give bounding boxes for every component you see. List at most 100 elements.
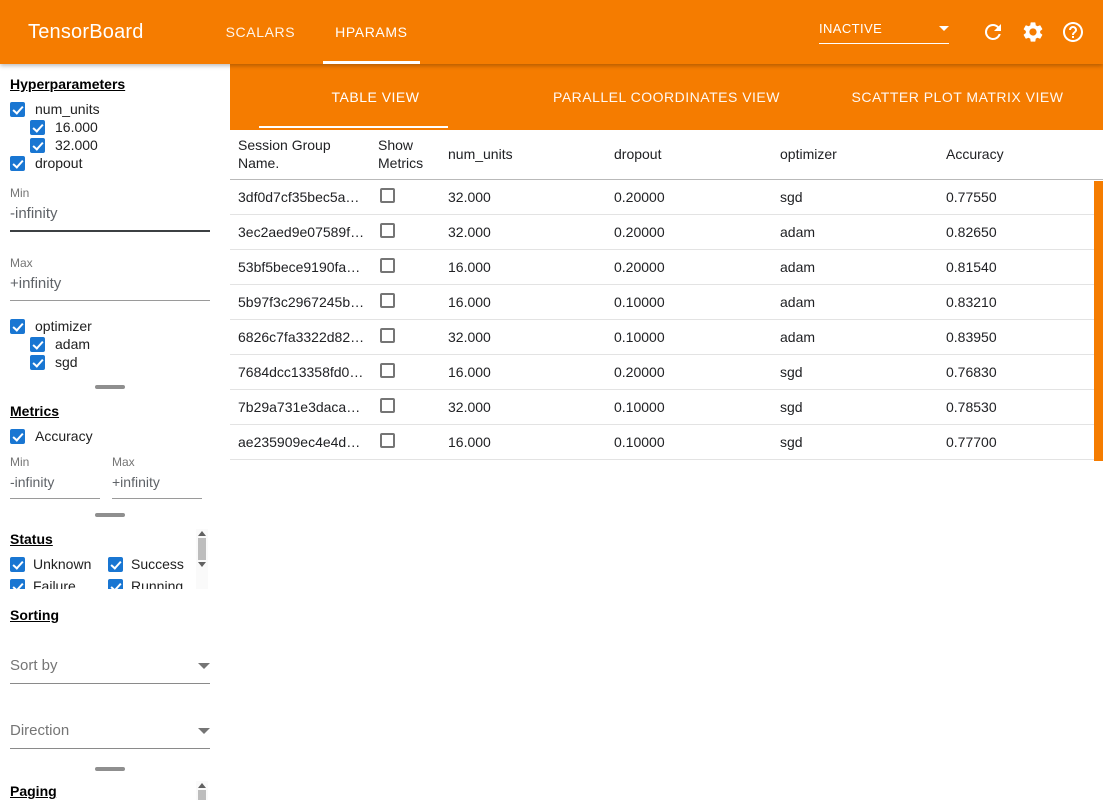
status-success-checkbox[interactable]	[108, 557, 123, 572]
accuracy-label: Accuracy	[35, 428, 93, 444]
table-header: Session Group Name. Show Metrics num_uni…	[230, 130, 1103, 180]
session-group-name-cell: 7684dcc13358fd0…	[230, 364, 370, 380]
col-optimizer[interactable]: optimizer	[772, 142, 938, 168]
tab-parallel-coordinates-view[interactable]: PARALLEL COORDINATES VIEW	[521, 64, 812, 130]
optimizer-sgd-checkbox[interactable]	[30, 355, 45, 370]
optimizer-cell: adam	[772, 294, 938, 310]
table-row[interactable]: 3ec2aed9e07589f… 32.000 0.20000 adam 0.8…	[230, 215, 1103, 250]
col-accuracy[interactable]: Accuracy	[938, 142, 1103, 168]
dropout-checkbox[interactable]	[10, 156, 25, 171]
table-row[interactable]: 6826c7fa3322d82… 32.000 0.10000 adam 0.8…	[230, 320, 1103, 355]
sorting-heading: Sorting	[10, 607, 210, 623]
status-unknown-checkbox[interactable]	[10, 557, 25, 572]
table-scrollbar[interactable]	[1094, 181, 1103, 461]
show-metrics-checkbox[interactable]	[380, 293, 395, 308]
top-app-bar: TensorBoard SCALARS HPARAMS INACTIVE	[0, 0, 1103, 64]
status-running-checkbox[interactable]	[108, 579, 123, 590]
show-metrics-checkbox[interactable]	[380, 328, 395, 343]
show-metrics-checkbox[interactable]	[380, 398, 395, 413]
tab-hparams[interactable]: HPARAMS	[315, 0, 427, 64]
dropout-min-field: Min -infinity	[10, 186, 210, 232]
num-units-cell: 16.000	[440, 294, 606, 310]
num-units-cell: 32.000	[440, 189, 606, 205]
session-group-name-cell: 6826c7fa3322d82…	[230, 329, 370, 345]
sort-by-value: Sort by	[10, 657, 58, 674]
scrollbar-thumb[interactable]	[198, 538, 206, 560]
help-icon[interactable]	[1061, 20, 1085, 44]
show-metrics-checkbox[interactable]	[380, 258, 395, 273]
optimizer-cell: sgd	[772, 399, 938, 415]
metric-max-field: Max +infinity	[112, 455, 202, 499]
tab-scatter-plot-matrix-view[interactable]: SCATTER PLOT MATRIX VIEW	[812, 64, 1103, 130]
col-session-group-name[interactable]: Session Group Name.	[230, 133, 370, 176]
direction-select[interactable]: Direction	[10, 722, 210, 749]
reload-icon[interactable]	[981, 20, 1005, 44]
gear-icon[interactable]	[1021, 20, 1045, 44]
hparam-optimizer: optimizer	[10, 317, 210, 335]
status-failure-checkbox[interactable]	[10, 579, 25, 590]
show-metrics-checkbox[interactable]	[380, 223, 395, 238]
table-row[interactable]: 53bf5bece9190fa… 16.000 0.20000 adam 0.8…	[230, 250, 1103, 285]
optimizer-cell: adam	[772, 224, 938, 240]
status-failure-label: Failure	[33, 578, 76, 589]
num-units-label: num_units	[35, 101, 100, 117]
accuracy-cell: 0.83210	[938, 294, 1103, 310]
status-success-label: Success	[131, 556, 184, 572]
scroll-down-icon[interactable]	[198, 562, 206, 567]
show-metrics-checkbox[interactable]	[380, 363, 395, 378]
dropout-min-input[interactable]: -infinity	[10, 200, 210, 232]
app-title: TensorBoard	[28, 21, 144, 44]
table-row[interactable]: ae235909ec4e4d… 16.000 0.10000 sgd 0.777…	[230, 425, 1103, 460]
metric-max-label: Max	[112, 455, 202, 469]
accuracy-cell: 0.77550	[938, 189, 1103, 205]
col-num-units[interactable]: num_units	[440, 142, 606, 168]
status-scrollbar[interactable]	[196, 529, 208, 589]
topbar-actions: INACTIVE	[819, 20, 1085, 44]
col-dropout[interactable]: dropout	[606, 142, 772, 168]
num-units-checkbox[interactable]	[10, 102, 25, 117]
hparam-num-units: num_units	[10, 100, 210, 118]
table-row[interactable]: 3df0d7cf35bec5a… 32.000 0.20000 sgd 0.77…	[230, 180, 1103, 215]
scroll-up-icon[interactable]	[198, 783, 206, 788]
accuracy-checkbox[interactable]	[10, 429, 25, 444]
dropout-min-label: Min	[10, 186, 210, 200]
section-resize-handle[interactable]	[95, 513, 125, 517]
dropout-label: dropout	[35, 155, 82, 171]
accuracy-cell: 0.76830	[938, 364, 1103, 380]
view-tabs: TABLE VIEW PARALLEL COORDINATES VIEW SCA…	[230, 64, 1103, 130]
scroll-up-icon[interactable]	[198, 531, 206, 536]
show-metrics-checkbox[interactable]	[380, 188, 395, 203]
col-show-metrics[interactable]: Show Metrics	[370, 133, 440, 176]
num-units-cell: 16.000	[440, 434, 606, 450]
status-options: Unknown Success Failure Running	[10, 555, 192, 589]
tab-scalars[interactable]: SCALARS	[206, 0, 316, 64]
optimizer-cell: adam	[772, 259, 938, 275]
scrollbar-thumb[interactable]	[198, 790, 206, 800]
metric-max-input[interactable]: +infinity	[112, 469, 202, 499]
session-group-name-cell: 7b29a731e3daca…	[230, 399, 370, 415]
metric-min-input[interactable]: -infinity	[10, 469, 100, 499]
run-status-dropdown[interactable]: INACTIVE	[819, 21, 949, 44]
optimizer-adam-checkbox[interactable]	[30, 337, 45, 352]
hparam-optimizer-value: sgd	[30, 353, 210, 371]
optimizer-checkbox[interactable]	[10, 319, 25, 334]
section-resize-handle[interactable]	[95, 767, 125, 771]
num-units-32-checkbox[interactable]	[30, 138, 45, 153]
table-row[interactable]: 7b29a731e3daca… 32.000 0.10000 sgd 0.785…	[230, 390, 1103, 425]
dropout-cell: 0.10000	[606, 399, 772, 415]
session-group-name-cell: ae235909ec4e4d…	[230, 434, 370, 450]
paging-scrollbar[interactable]	[196, 781, 208, 800]
direction-value: Direction	[10, 722, 69, 739]
hparam-dropout: dropout	[10, 154, 210, 172]
tab-table-view[interactable]: TABLE VIEW	[230, 64, 521, 130]
dropout-cell: 0.10000	[606, 329, 772, 345]
table-row[interactable]: 7684dcc13358fd0… 16.000 0.20000 sgd 0.76…	[230, 355, 1103, 390]
dropout-max-input[interactable]: +infinity	[10, 270, 210, 301]
section-resize-handle[interactable]	[95, 385, 125, 389]
show-metrics-checkbox[interactable]	[380, 433, 395, 448]
table-row[interactable]: 5b97f3c2967245b… 16.000 0.10000 adam 0.8…	[230, 285, 1103, 320]
num-units-16-checkbox[interactable]	[30, 120, 45, 135]
metrics-heading: Metrics	[10, 403, 210, 419]
sort-by-select[interactable]: Sort by	[10, 657, 210, 684]
metric-accuracy: Accuracy	[10, 427, 210, 445]
